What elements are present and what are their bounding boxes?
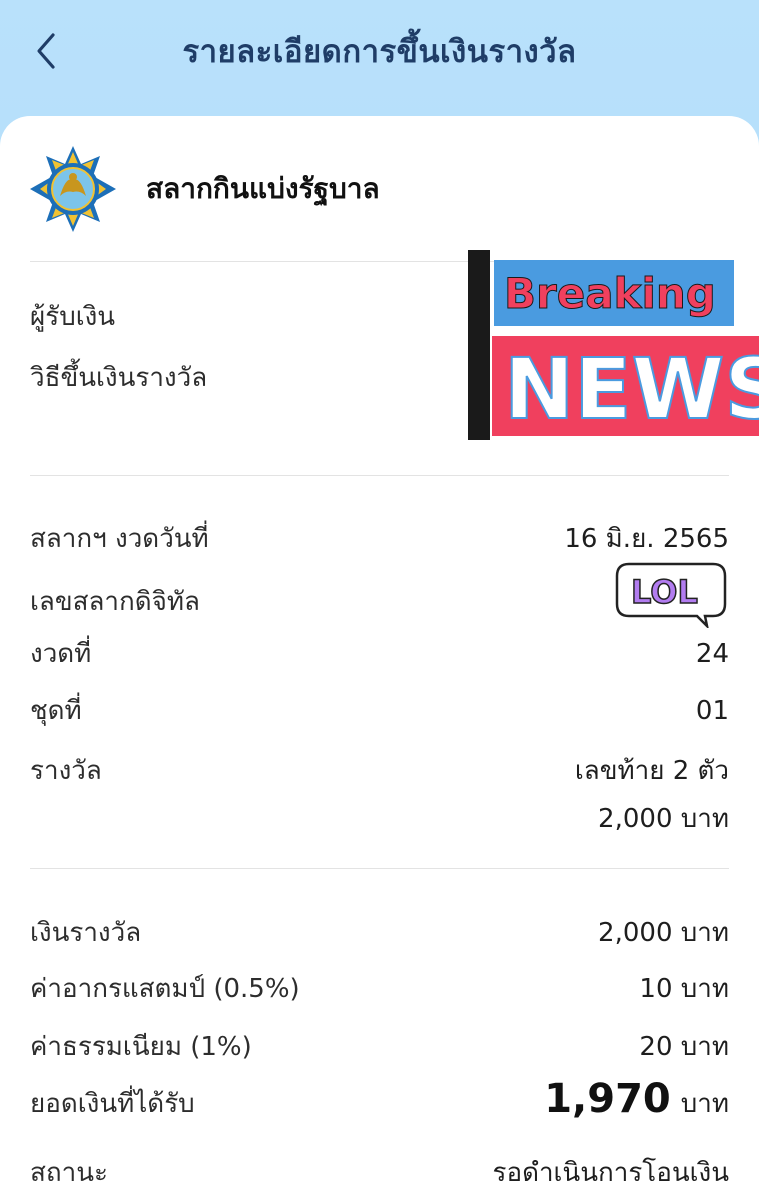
set-value: 01 bbox=[695, 695, 729, 726]
stamp-duty-row: ค่าอากรแสตมป์ (0.5%) 10 บาท bbox=[30, 968, 729, 1009]
set-row: ชุดที่ 01 bbox=[30, 690, 729, 731]
stamp-duty-value: 10 บาท bbox=[639, 974, 729, 1004]
divider bbox=[30, 868, 729, 869]
ticket-date-value: 16 มิ.ย. 2565 bbox=[564, 524, 729, 554]
header-bar: รายละเอียดการขึ้นเงินรางวัล bbox=[0, 0, 759, 120]
net-amount-row: ยอดเงินที่ได้รับ 1,970 บาท bbox=[30, 1076, 729, 1124]
ticket-number-label: เลขสลากดิจิทัล bbox=[30, 586, 200, 617]
net-amount-number: 1,970 bbox=[544, 1076, 671, 1122]
sticker-news-text: NEWS bbox=[504, 340, 759, 438]
government-lottery-emblem-icon bbox=[30, 146, 116, 232]
prize-value: เลขท้าย 2 ตัว bbox=[574, 756, 729, 786]
draw-value: 24 bbox=[695, 638, 729, 669]
net-amount-value: 1,970 บาท bbox=[544, 1076, 729, 1124]
payee-label: ผู้รับเงิน bbox=[30, 302, 116, 332]
status-label: สถานะ bbox=[30, 1158, 108, 1188]
fee-value: 20 บาท bbox=[639, 1032, 729, 1062]
sticker-lol-text: LOL bbox=[631, 573, 698, 611]
sticker-breaking-text: Breaking bbox=[504, 269, 716, 318]
page-title: รายละเอียดการขึ้นเงินรางวัล bbox=[182, 34, 577, 70]
draw-row: งวดที่ 24 bbox=[30, 633, 729, 674]
method-label: วิธีขึ้นเงินรางวัล bbox=[30, 363, 208, 393]
ticket-number-row: เลขสลากดิจิทัล LOL bbox=[30, 560, 729, 628]
breaking-news-sticker: Breaking NEWS bbox=[468, 250, 759, 440]
divider bbox=[30, 475, 729, 476]
ticket-date-row: สลากฯ งวดวันที่ 16 มิ.ย. 2565 bbox=[30, 518, 729, 559]
prize-label: รางวัล bbox=[30, 756, 102, 786]
status-row: สถานะ รอดำเนินการโอนเงิน bbox=[30, 1152, 729, 1193]
fee-label: ค่าธรรมเนียม (1%) bbox=[30, 1032, 252, 1062]
lol-sticker: LOL bbox=[615, 562, 727, 628]
org-name: สลากกินแบ่งรัฐบาล bbox=[146, 172, 380, 205]
detail-card: สลากกินแบ่งรัฐบาล ผู้รับเงิน วิธีขึ้นเงิ… bbox=[0, 116, 759, 1200]
prize-money-label: เงินรางวัล bbox=[30, 918, 142, 948]
prize-row: รางวัล เลขท้าย 2 ตัว bbox=[30, 750, 729, 791]
fee-row: ค่าธรรมเนียม (1%) 20 บาท bbox=[30, 1026, 729, 1067]
prize-amount: 2,000 บาท bbox=[598, 804, 729, 834]
ticket-date-label: สลากฯ งวดวันที่ bbox=[30, 524, 209, 554]
draw-label: งวดที่ bbox=[30, 639, 92, 669]
net-amount-label: ยอดเงินที่ได้รับ bbox=[30, 1089, 195, 1119]
prize-money-value: 2,000 บาท bbox=[598, 918, 729, 948]
set-label: ชุดที่ bbox=[30, 696, 82, 726]
org-header: สลากกินแบ่งรัฐบาล bbox=[30, 146, 380, 232]
net-amount-unit: บาท bbox=[680, 1089, 729, 1119]
status-value: รอดำเนินการโอนเงิน bbox=[492, 1158, 729, 1188]
stamp-duty-label: ค่าอากรแสตมป์ (0.5%) bbox=[30, 974, 300, 1004]
prize-money-row: เงินรางวัล 2,000 บาท bbox=[30, 912, 729, 953]
